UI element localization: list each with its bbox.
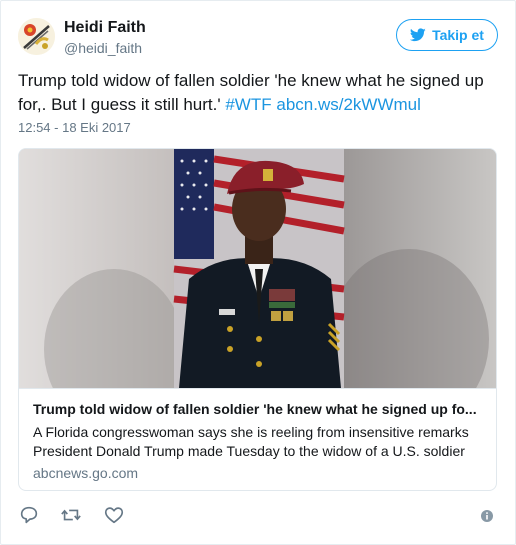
card-image <box>19 149 496 388</box>
reply-button[interactable] <box>18 504 40 526</box>
url-link[interactable]: abcn.ws/2kWWmul <box>276 95 421 114</box>
card-description: A Florida congresswoman says she is reel… <box>33 424 469 459</box>
avatar[interactable] <box>18 18 55 55</box>
tweet-text: Trump told widow of fallen soldier 'he k… <box>18 69 498 117</box>
user-handle[interactable]: @heidi_faith <box>64 40 142 56</box>
tweet-card: Heidi Faith @heidi_faith Takip et Trump … <box>0 0 516 545</box>
user-name[interactable]: Heidi Faith <box>64 19 146 37</box>
card-title: Trump told widow of fallen soldier 'he k… <box>33 401 477 417</box>
retweet-button[interactable] <box>60 504 82 526</box>
like-button[interactable] <box>103 504 125 526</box>
retweet-icon <box>61 509 81 521</box>
tweet-timestamp[interactable]: 12:54 - 18 Eki 2017 <box>18 120 131 135</box>
card-photo <box>19 149 496 388</box>
hashtag-link[interactable]: #WTF <box>225 95 271 114</box>
heart-icon <box>104 507 124 524</box>
info-button[interactable] <box>480 509 494 523</box>
card-domain: abcnews.go.com <box>33 465 139 481</box>
link-preview-card[interactable]: Trump told widow of fallen soldier 'he k… <box>18 148 497 491</box>
avatar-image <box>18 18 55 55</box>
follow-button-label: Takip et <box>432 27 484 43</box>
twitter-bird-icon <box>410 28 426 42</box>
card-body: Trump told widow of fallen soldier 'he k… <box>19 388 496 490</box>
info-icon <box>481 510 493 522</box>
follow-button[interactable]: Takip et <box>396 19 498 51</box>
reply-icon <box>20 506 38 524</box>
